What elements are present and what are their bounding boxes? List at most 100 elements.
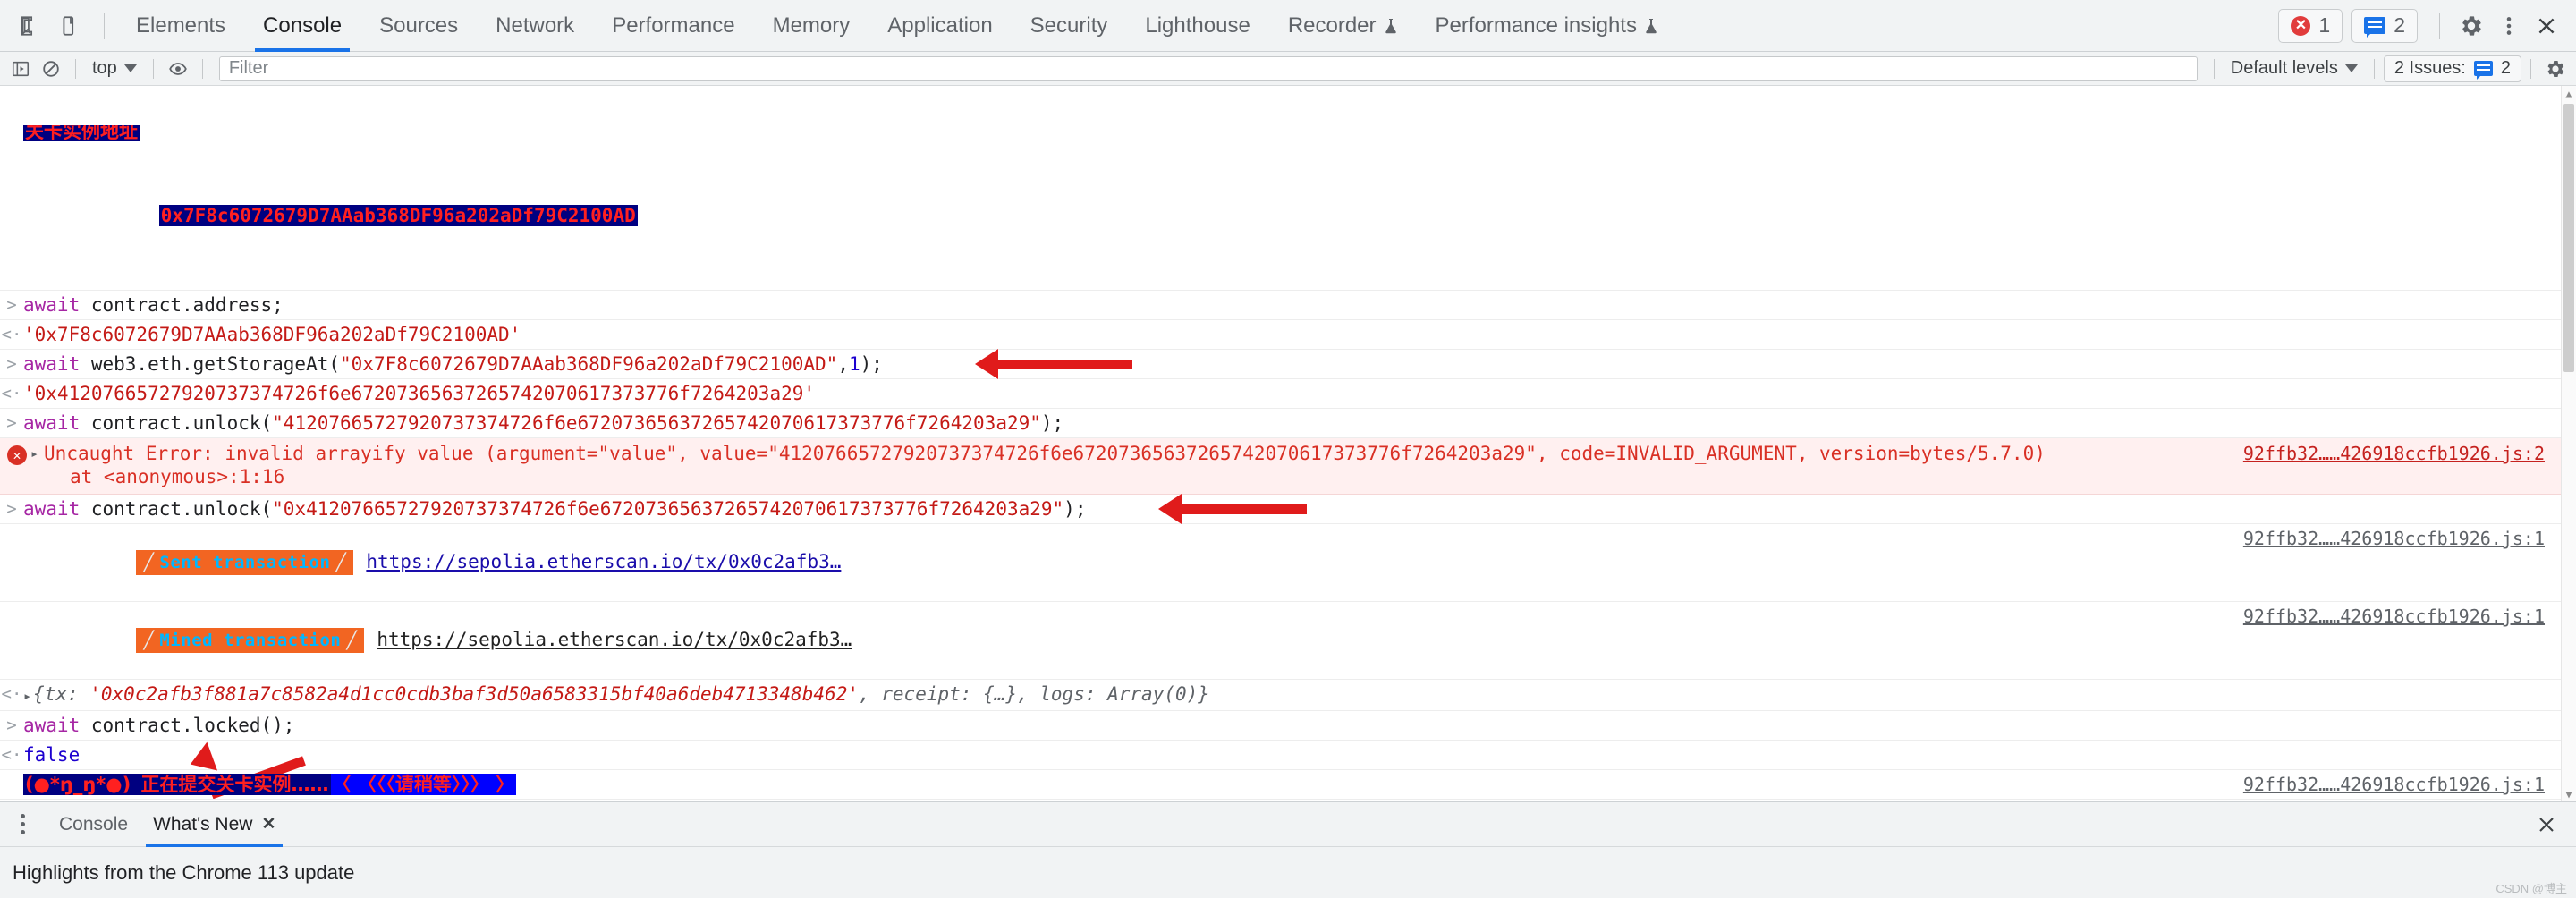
log-row-sent-transaction[interactable]: ╱Sent transaction╱ https://sepolia.ethers… [0, 524, 2561, 602]
log-row-input[interactable]: > await contract.address; [0, 291, 2561, 320]
log-row-output-false[interactable]: <· false [0, 741, 2561, 800]
toolbar-divider [2530, 58, 2531, 79]
watermark: CSDN @博主 [2496, 882, 2567, 895]
console-log-rows: 关卡实例地址 0x7F8c6072679D7AAab368DF96a202aDf… [0, 86, 2561, 801]
console-settings-gear-icon[interactable] [2540, 55, 2571, 83]
tab-label: Application [887, 13, 993, 38]
whats-new-headline: Highlights from the Chrome 113 update [13, 860, 355, 884]
tab-elements[interactable]: Elements [117, 0, 244, 52]
tab-application[interactable]: Application [869, 0, 1011, 52]
tab-recorder[interactable]: Recorder [1269, 0, 1417, 52]
code-post: ); [1040, 412, 1064, 434]
source-link[interactable]: 92ffb32……426918ccfb1926.js:1 [2243, 773, 2561, 796]
issues-chip[interactable]: 2 Issues: 2 [2383, 55, 2521, 82]
row-content: await contract.unlock("41207665727920737… [23, 411, 2561, 435]
gear-icon[interactable] [2453, 7, 2490, 45]
row-gutter [0, 605, 23, 606]
badge-label: Sent transaction [159, 553, 331, 572]
scrollbar-thumb[interactable] [2563, 104, 2574, 372]
input-prompt-chevron-icon: > [6, 413, 17, 433]
log-row-input-unlock-invalid[interactable]: > await contract.unlock("412076657279207… [0, 409, 2561, 438]
code-rest: contract.address; [80, 294, 284, 316]
log-row-output[interactable]: <· '0x7F8c6072679D7AAab368DF96a202aDf79C… [0, 320, 2561, 350]
tab-network[interactable]: Network [477, 0, 593, 52]
tab-security[interactable]: Security [1012, 0, 1127, 52]
instance-address-value-wrap: 0x7F8c6072679D7AAab368DF96a202aDf79C2100… [23, 181, 2548, 250]
drawer-kebab-menu-icon[interactable] [7, 809, 38, 841]
drawer-tab-console[interactable]: Console [47, 802, 140, 847]
object-pre: {tx: [33, 683, 90, 705]
scroll-down-arrow-icon[interactable]: ▼ [2562, 786, 2576, 801]
close-icon[interactable]: ✕ [261, 814, 275, 834]
expand-triangle-icon[interactable]: ▸ [30, 442, 38, 465]
input-prompt-chevron-icon: > [6, 499, 17, 519]
toolbar-divider [2213, 58, 2215, 79]
message-bubble-icon [2473, 61, 2493, 80]
transaction-link[interactable]: https://sepolia.etherscan.io/tx/0x0c2afb… [366, 551, 841, 572]
console-scrollbar[interactable]: ▲ ▼ [2561, 86, 2576, 801]
drawer-tab-bar: Console What's New ✕ [0, 802, 2576, 847]
tab-performance[interactable]: Performance [593, 0, 753, 52]
error-count-chip[interactable]: ✕ 1 [2278, 8, 2343, 43]
source-link[interactable]: 92ffb32……426918ccfb1926.js:1 [2243, 605, 2561, 628]
object-post: , receipt: {…}, logs: Array(0)} [858, 683, 1209, 705]
log-row-input-locked[interactable]: > await contract.locked(); [0, 711, 2561, 741]
code-string: "0x41207665727920737374726f6e67207365637… [272, 498, 1064, 520]
row-content: await web3.eth.getStorageAt("0x7F8c60726… [23, 352, 2561, 376]
console-filter-input[interactable] [218, 55, 2198, 81]
source-link[interactable]: 92ffb32……426918ccfb1926.js:2 [2243, 442, 2561, 465]
log-row-input-getstorageat[interactable]: > await web3.eth.getStorageAt("0x7F8c607… [0, 349, 2561, 379]
console-log-area[interactable]: 关卡实例地址 0x7F8c6072679D7AAab368DF96a202aDf… [0, 86, 2576, 801]
execution-context-selector[interactable]: top [85, 55, 144, 81]
drawer-tab-whats-new[interactable]: What's New ✕ [140, 802, 288, 847]
kebab-menu-icon[interactable] [2490, 7, 2528, 45]
toolbar-divider [201, 58, 203, 79]
instance-address-value: 0x7F8c6072679D7AAab368DF96a202aDf79C2100… [158, 205, 638, 226]
devtools-main-toolbar: Elements Console Sources Network Perform… [0, 0, 2576, 52]
transaction-link[interactable]: https://sepolia.etherscan.io/tx/0x0c2afb… [377, 629, 852, 650]
inspect-element-icon[interactable] [9, 6, 50, 46]
clear-console-icon[interactable] [36, 55, 66, 83]
submit-wait-text: 〈 〈〈〈请稍等〉〉〉 〉 [330, 774, 517, 795]
message-count: 2 [2394, 13, 2405, 37]
log-row-output[interactable]: <· '0x41207665727920737374726f6e67207365… [0, 379, 2561, 409]
log-row-error[interactable]: ✕ ▸ Uncaught Error: invalid arrayify val… [0, 438, 2561, 495]
experiment-flask-icon [1644, 17, 1658, 35]
expand-triangle-icon[interactable]: ▸ [23, 684, 31, 707]
live-expression-eye-icon[interactable] [163, 55, 193, 83]
tab-performance-insights[interactable]: Performance insights [1417, 0, 1677, 52]
output-prompt-chevron-icon: <· [1, 325, 22, 344]
tab-lighthouse[interactable]: Lighthouse [1126, 0, 1268, 52]
tab-label: Sources [379, 13, 459, 38]
drawer-tab-label: Console [59, 813, 129, 834]
log-row-input-unlock-valid[interactable]: > await contract.unlock("0x4120766572792… [0, 494, 2561, 524]
error-icon-wrap: ✕ [0, 442, 30, 465]
scroll-up-arrow-icon[interactable]: ▲ [2562, 86, 2576, 101]
log-levels-selector[interactable]: Default levels [2224, 55, 2365, 81]
log-row-instance-address[interactable]: 关卡实例地址 0x7F8c6072679D7AAab368DF96a202aDf… [0, 86, 2561, 291]
badge-slash-right: ╱ [335, 553, 347, 572]
log-row-object-result[interactable]: <· ▸{tx: '0x0c2afb3f881a7c8582a4d1cc0cdb… [0, 680, 2561, 711]
log-row-submitting-instance[interactable]: (●*ŋ_ŋ*●) 正在提交关卡实例…… 〈 〈〈〈请稍等〉〉〉 〉 92ffb3… [0, 770, 2561, 800]
toolbar-divider [152, 58, 154, 79]
device-toolbar-icon[interactable] [50, 6, 91, 46]
console-sidebar-icon[interactable] [5, 55, 36, 83]
tab-label: Performance insights [1435, 13, 1637, 38]
badge-slash-left: ╱ [143, 553, 155, 572]
tab-console[interactable]: Console [244, 0, 360, 52]
drawer-content: Highlights from the Chrome 113 update CS… [0, 847, 2576, 898]
tab-memory[interactable]: Memory [754, 0, 869, 52]
source-link[interactable]: 92ffb32……426918ccfb1926.js:1 [2243, 527, 2561, 550]
code-keyword: await [23, 498, 80, 520]
drawer-close-icon[interactable] [2528, 806, 2565, 843]
code-keyword: await [23, 353, 80, 375]
experiment-flask-icon [1384, 17, 1398, 35]
log-row-sent-transaction[interactable]: ╱Sent transaction╱https://sepolia.ethers… [0, 800, 2561, 801]
row-content: ╱ Sent transaction ╱ https://sepolia.ethers… [23, 527, 2243, 598]
devtools-window: Elements Console Sources Network Perform… [0, 0, 2576, 898]
close-icon[interactable] [2528, 7, 2565, 45]
tab-sources[interactable]: Sources [360, 0, 477, 52]
log-row-mined-transaction[interactable]: ╱ Mined transaction ╱ https://sepolia.ether… [0, 602, 2561, 680]
message-count-chip[interactable]: 2 [2351, 8, 2418, 43]
input-prompt-chevron-icon: > [6, 716, 17, 735]
